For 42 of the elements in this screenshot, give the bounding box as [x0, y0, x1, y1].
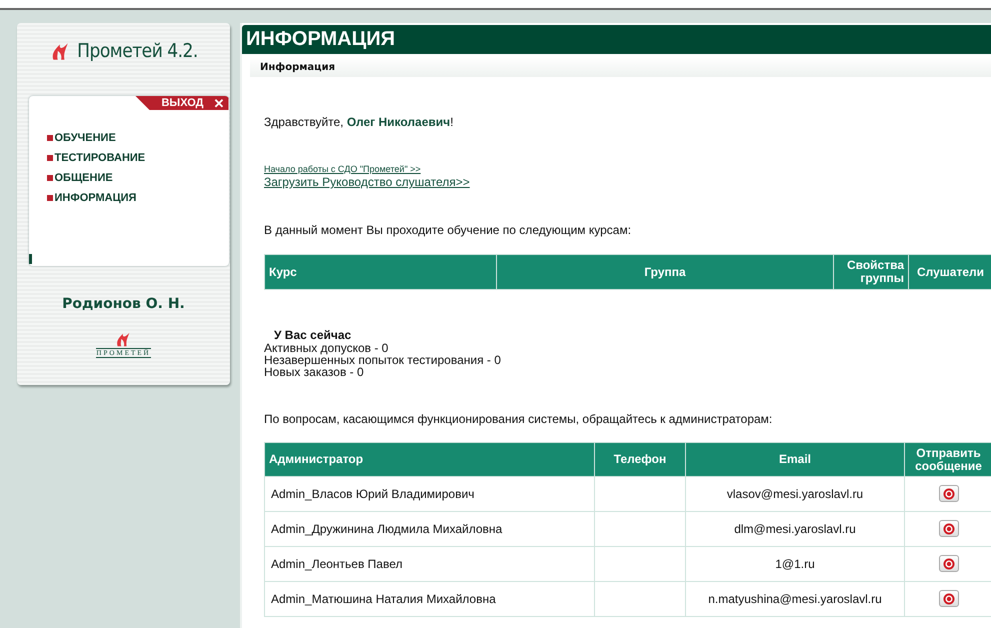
guide-link[interactable]: Загрузить Руководство слушателя>> — [264, 175, 470, 189]
flame-icon — [114, 330, 132, 348]
status-line: Новых заказов - 0 — [264, 366, 365, 378]
admin-name-cell: Admin_Дружинина Людмила Михайловна — [264, 512, 594, 546]
menu-item[interactable]: ИНФОРМАЦИЯ — [46, 192, 146, 204]
greeting: Здравствуйте, Олег Николаевич! — [264, 115, 454, 129]
email-cell: 1@1.ru — [686, 546, 904, 582]
column-header: Отправить сообщение — [904, 442, 991, 476]
status-line: Активных допусков - 0 — [264, 342, 390, 354]
column-header: Телефон — [594, 442, 686, 476]
column-header: Курс — [264, 254, 496, 290]
admin-name-cell: Admin_Леонтьев Павел — [264, 546, 594, 582]
column-header: Email — [686, 442, 904, 476]
courses-intro: В данный момент Вы проходите обучение по следующим курсам: — [264, 223, 632, 237]
status-line: Незавершенных попыток тестирования - 0 — [264, 354, 502, 366]
user-name: Родионов О. Н. — [62, 296, 185, 312]
exit-button[interactable]: ВЫХОД ✕ — [135, 96, 228, 110]
admin-name-cell: Admin_Власов Юрий Владимирович — [264, 476, 594, 512]
email-cell: vlasov@mesi.yaroslavl.ru — [686, 476, 904, 512]
admin-name-cell: Admin_Матюшина Наталия Михайловна — [264, 582, 594, 616]
target-icon — [942, 522, 954, 535]
target-icon — [942, 592, 954, 605]
column-header: Слушатели — [908, 254, 991, 290]
column-header: Администратор — [264, 442, 594, 476]
guide-link[interactable]: Начало работы с СДО "Прометей" >> — [264, 164, 421, 174]
menu-item[interactable]: ТЕСТИРОВАНИЕ — [46, 152, 146, 164]
target-icon — [942, 558, 954, 570]
menu-item[interactable]: ОБЩЕНИЕ — [46, 172, 146, 184]
send-message-button[interactable] — [938, 485, 958, 502]
send-message-button[interactable] — [938, 555, 958, 572]
target-icon — [942, 488, 954, 500]
admins-intro: По вопросам, касающимся функционирования системы, обращайтесь к администраторам: — [264, 412, 774, 426]
menu-item[interactable]: ОБУЧЕНИЕ — [46, 132, 146, 144]
logo-title: Прометей 4.2. — [77, 40, 198, 62]
column-header: Свойства группы — [834, 254, 908, 290]
send-message-button[interactable] — [938, 590, 958, 608]
column-header: Группа — [496, 254, 834, 290]
email-cell: dlm@mesi.yaroslavl.ru — [686, 512, 904, 546]
send-message-button[interactable] — [938, 520, 958, 538]
status-title: У Вас сейчас — [274, 328, 352, 342]
page-title: ИНФОРМАЦИЯ — [242, 25, 991, 54]
email-cell: n.matyushina@mesi.yaroslavl.ru — [686, 582, 904, 616]
